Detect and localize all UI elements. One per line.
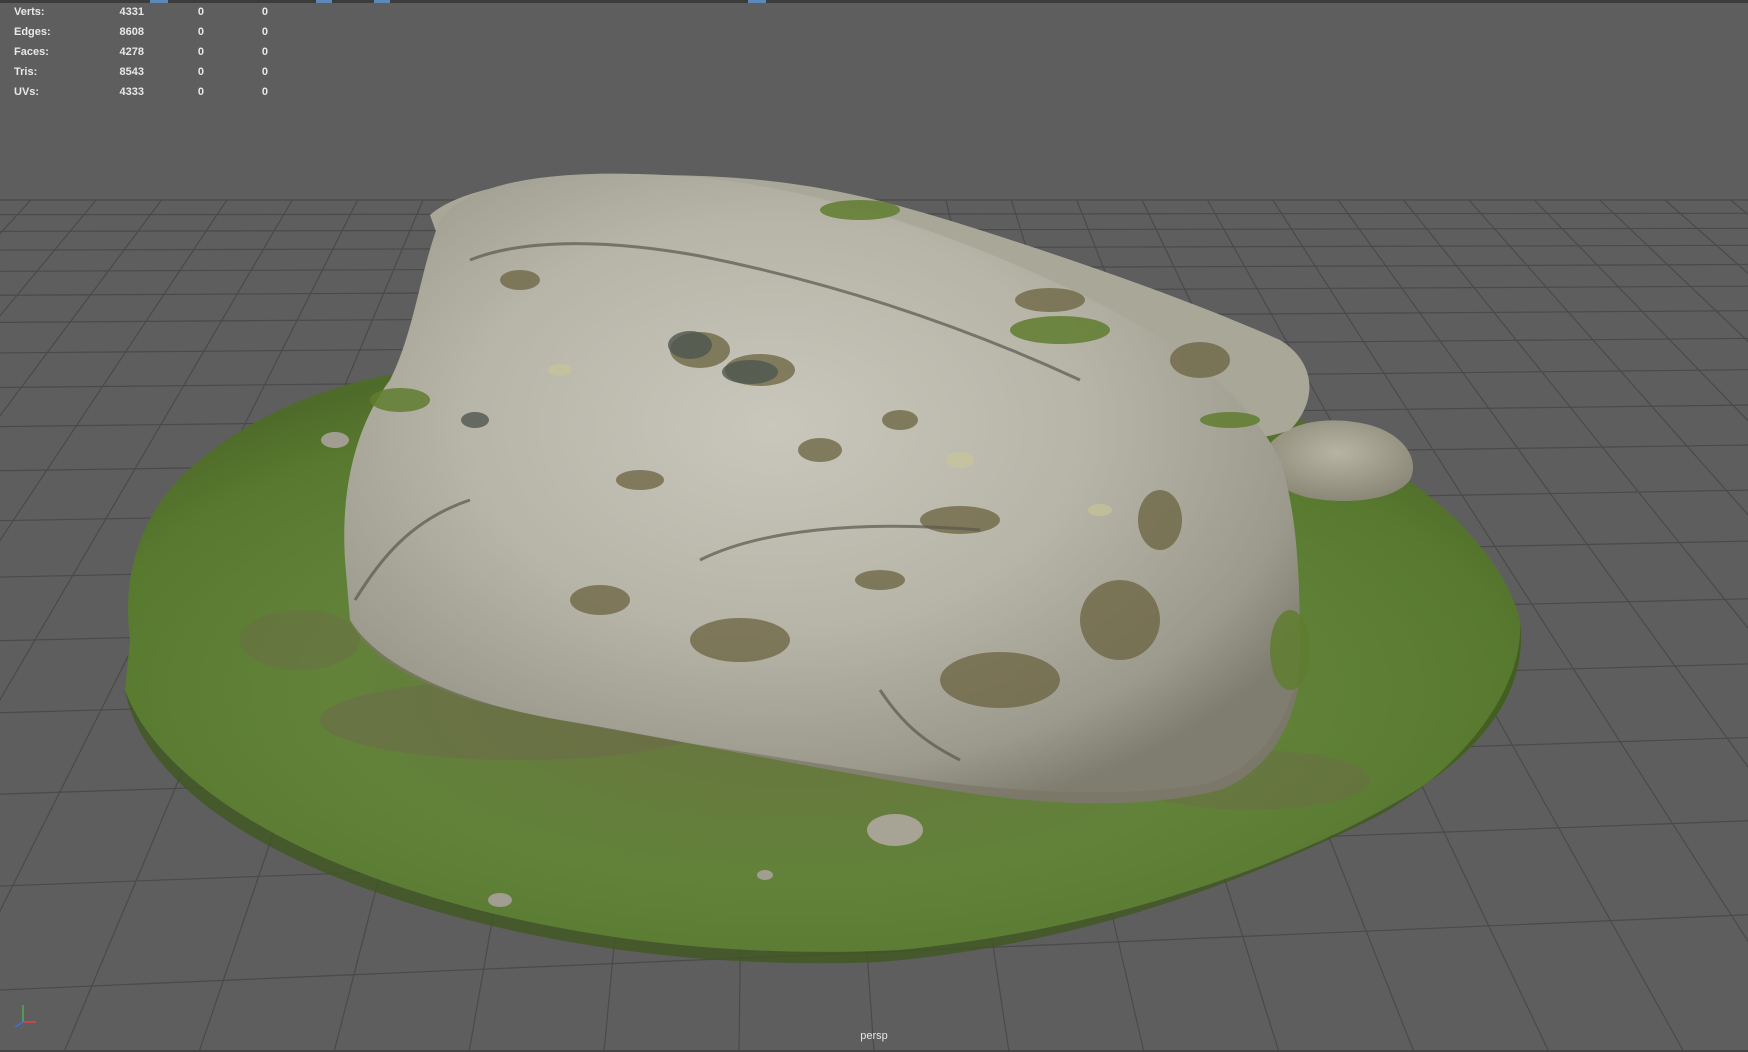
hud-label: UVs: — [14, 86, 40, 98]
dirt-patch — [240, 610, 360, 670]
grid-line — [1664, 199, 1748, 275]
hud-value-selected: 0 — [197, 6, 204, 18]
hud-value-total: 4333 — [119, 86, 144, 98]
hud-value-component: 0 — [261, 86, 268, 98]
hud-row-faces: Faces: 4278 0 0 — [14, 44, 274, 64]
hud-value-component: 0 — [261, 26, 268, 38]
hud-row-uvs: UVs: 4333 0 0 — [14, 84, 274, 104]
hud-value-selected: 0 — [197, 86, 204, 98]
grid-line — [1599, 199, 1748, 343]
hud-value-component: 0 — [261, 6, 268, 18]
hud-value-selected: 0 — [197, 26, 204, 38]
hud-label: Tris: — [14, 66, 38, 78]
hud-value-total: 8543 — [119, 66, 144, 78]
pebble — [488, 893, 512, 907]
grid-line — [0, 199, 32, 235]
poly-count-hud: Verts: 4331 0 0 Edges: 8608 0 0 Faces: 4278 0 0 Tris… — [14, 4, 274, 104]
hud-value-selected: 0 — [197, 66, 204, 78]
pebble — [757, 870, 773, 880]
pebble — [867, 814, 923, 846]
hud-value-total: 8608 — [119, 26, 144, 38]
hud-value-selected: 0 — [197, 46, 204, 58]
hud-label: Edges: — [14, 26, 51, 38]
hud-row-verts: Verts: 4331 0 0 — [14, 4, 274, 24]
hud-value-component: 0 — [261, 46, 268, 58]
hud-row-edges: Edges: 8608 0 0 — [14, 24, 274, 44]
hud-value-total: 4331 — [119, 6, 144, 18]
hud-value-component: 0 — [261, 66, 268, 78]
pebble — [321, 432, 349, 448]
grid-line — [1533, 199, 1748, 422]
scene-view[interactable] — [0, 0, 1748, 1052]
hud-label: Verts: — [14, 6, 45, 18]
hud-value-total: 4278 — [119, 46, 144, 58]
viewport-perspective[interactable]: Verts: 4331 0 0 Edges: 8608 0 0 Faces: 4278 0 0 Tris… — [0, 0, 1748, 1052]
camera-name-label: persp — [860, 1030, 888, 1042]
grid-line — [0, 199, 97, 317]
hud-row-tris: Tris: 8543 0 0 — [14, 64, 274, 84]
hud-label: Faces: — [14, 46, 49, 58]
